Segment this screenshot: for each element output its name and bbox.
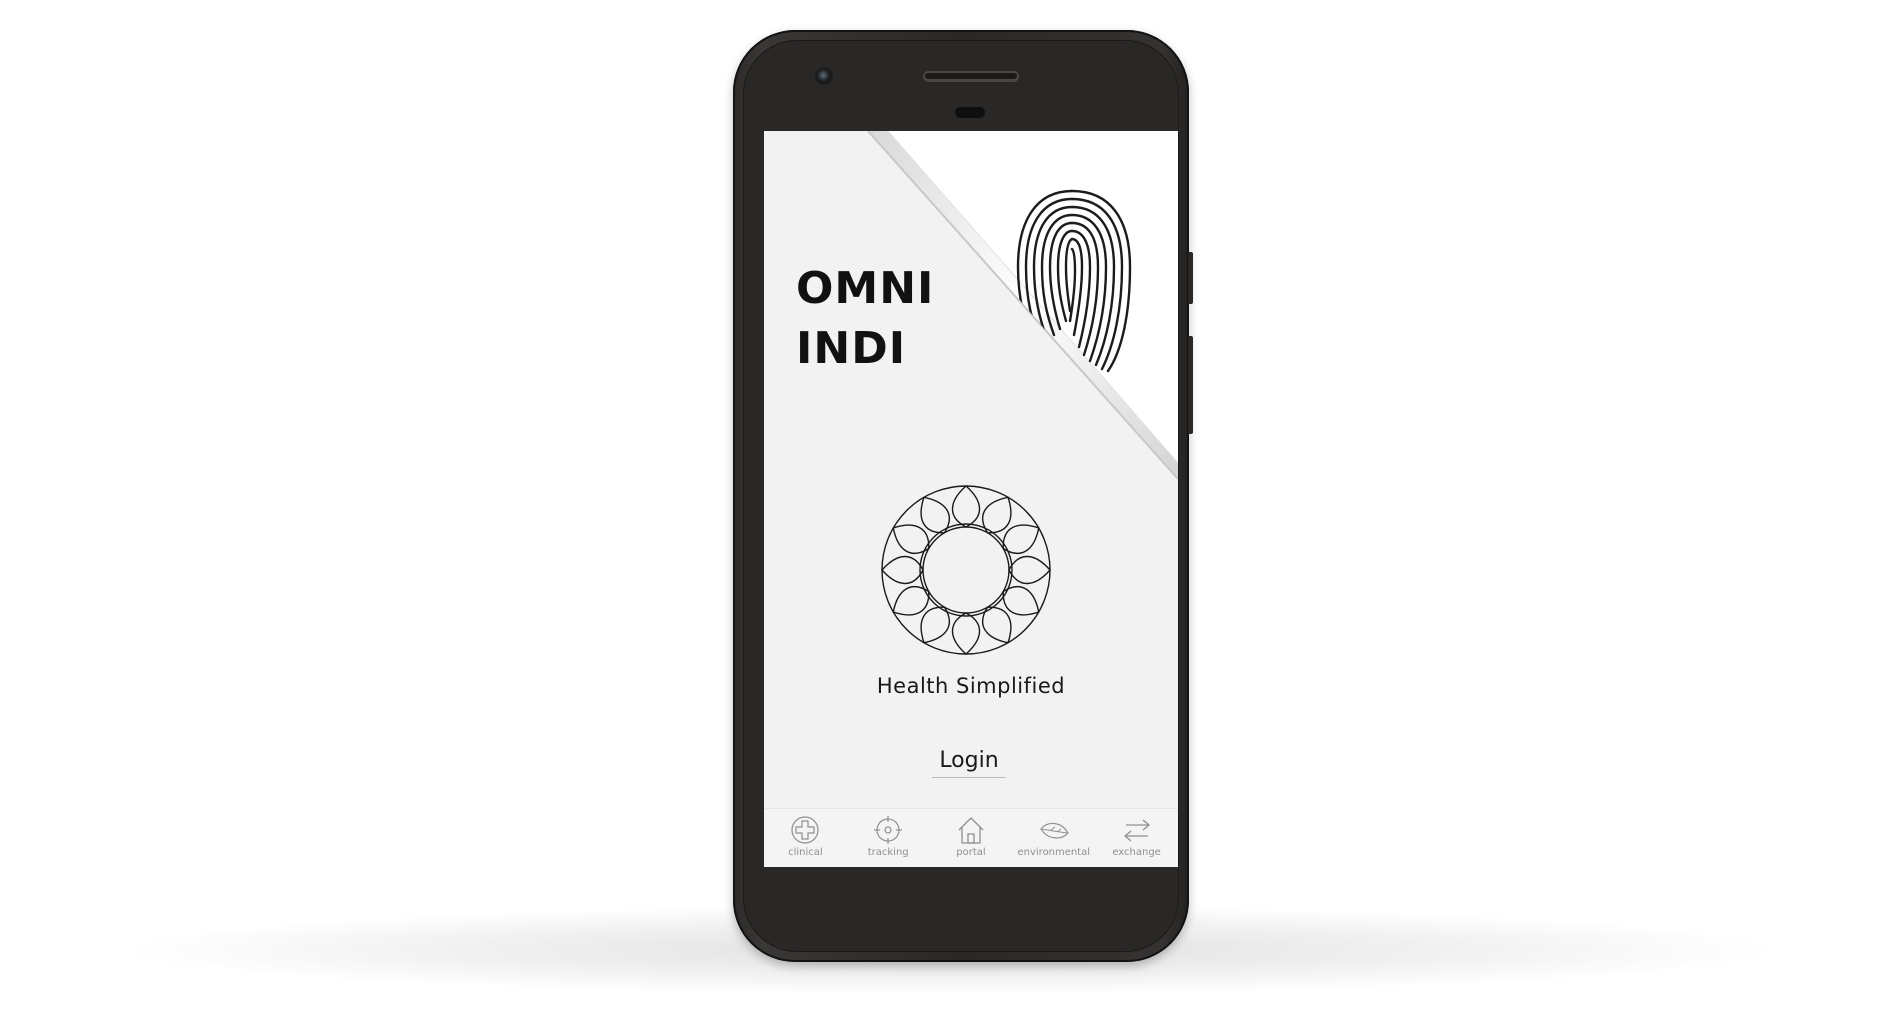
mockup-stage: OMNI INDI Health Simplified Login clinic… bbox=[0, 0, 1900, 1031]
fingerprint-icon bbox=[1016, 189, 1132, 373]
earpiece-speaker bbox=[923, 71, 1019, 81]
nav-label-environmental: environmental bbox=[1017, 847, 1091, 858]
proximity-sensor bbox=[955, 107, 985, 118]
bottom-navigation: clinical tracking portal environmental e… bbox=[764, 808, 1178, 867]
phone-bezel: OMNI INDI Health Simplified Login clinic… bbox=[743, 40, 1179, 952]
app-title-line2: INDI bbox=[796, 323, 907, 374]
nav-item-environmental[interactable]: environmental bbox=[1015, 809, 1093, 867]
app-screen: OMNI INDI Health Simplified Login clinic… bbox=[764, 131, 1178, 867]
nav-label-clinical: clinical bbox=[788, 847, 823, 858]
front-camera bbox=[817, 69, 831, 83]
home-icon bbox=[958, 817, 984, 844]
crosshair-icon bbox=[874, 816, 903, 844]
login-button[interactable]: Login bbox=[932, 748, 1006, 778]
nav-item-portal[interactable]: portal bbox=[932, 809, 1010, 867]
swap-arrows-icon bbox=[1123, 819, 1150, 842]
omni-ring-logo bbox=[881, 485, 1051, 655]
nav-label-portal: portal bbox=[956, 847, 986, 858]
nav-label-exchange: exchange bbox=[1112, 847, 1161, 858]
nav-item-tracking[interactable]: tracking bbox=[849, 809, 927, 867]
phone-device: OMNI INDI Health Simplified Login clinic… bbox=[733, 30, 1193, 962]
nav-item-clinical[interactable]: clinical bbox=[766, 809, 844, 867]
cross-circle-icon bbox=[791, 816, 819, 844]
leaf-icon bbox=[1040, 822, 1069, 839]
volume-button bbox=[1188, 336, 1193, 434]
nav-item-exchange[interactable]: exchange bbox=[1098, 809, 1176, 867]
tagline: Health Simplified bbox=[876, 674, 1066, 698]
app-title-line1: OMNI bbox=[796, 263, 935, 314]
power-button bbox=[1188, 252, 1193, 304]
nav-label-tracking: tracking bbox=[867, 847, 909, 858]
app-title: OMNI INDI bbox=[796, 259, 934, 379]
